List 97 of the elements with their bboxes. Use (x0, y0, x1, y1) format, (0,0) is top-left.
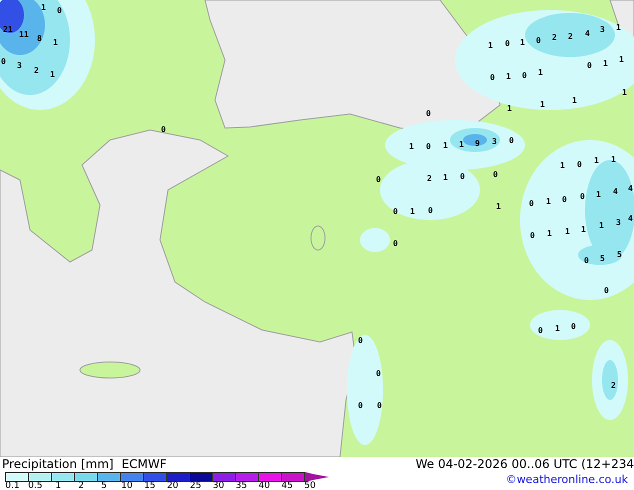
precipitation-value: 0 (426, 142, 431, 151)
precipitation-value: 0 (358, 336, 363, 345)
precipitation-value: 3 (17, 61, 22, 70)
precipitation-value: 0 (571, 322, 576, 331)
scale-label: 1 (54, 482, 62, 490)
model-name: ECMWF (122, 457, 167, 472)
valid-time: We 04-02-2026 00..06 UTC (12+234 (416, 457, 634, 472)
scale-label: 40 (258, 482, 271, 490)
precipitation-value: 1 (619, 55, 624, 64)
precipitation-value: 0 (562, 195, 567, 204)
precipitation-value: 0 (376, 369, 381, 378)
precipitation-value: 0 (587, 61, 592, 70)
precipitation-value: 1 (565, 227, 570, 236)
precipitation-value: 2 (568, 32, 573, 41)
scale-label: 20 (166, 482, 180, 490)
precipitation-value: 0 (1, 57, 6, 66)
precipitation-value: 0 (393, 239, 398, 248)
precipitation-value: 1 (581, 225, 586, 234)
precipitation-value: 1 (546, 197, 551, 206)
precipitation-value: 5 (600, 254, 605, 263)
precipitation-value: 0 (604, 286, 609, 295)
precipitation-value: 1 (572, 96, 577, 105)
precipitation-value: 4 (585, 29, 590, 38)
precipitation-value: 0 (493, 170, 498, 179)
precipitation-value: 0 (530, 231, 535, 240)
precipitation-value: 0 (393, 207, 398, 216)
precipitation-value: 0 (57, 6, 62, 15)
precipitation-value: 0 (538, 326, 543, 335)
precipitation-value: 4 (628, 184, 633, 193)
precipitation-value: 1 (506, 72, 511, 81)
precipitation-value: 0 (584, 256, 589, 265)
scale-label: 2 (77, 482, 85, 490)
precipitation-value: 1 (496, 202, 501, 211)
precipitation-value: 0 (529, 199, 534, 208)
precipitation-value: 0 (580, 192, 585, 201)
precipitation-value: 5 (617, 250, 622, 259)
precipitation-value: 1 (538, 68, 543, 77)
precipitation-value: 9 (475, 139, 480, 148)
credit-link[interactable]: ©weatheronline.co.uk (506, 473, 634, 486)
precipitation-value: 1 (443, 173, 448, 182)
scale-label: 5 (100, 482, 108, 490)
precipitation-value: 0 (376, 175, 381, 184)
precipitation-value: 0 (460, 172, 465, 181)
precipitation-value: 3 (616, 218, 621, 227)
precipitation-value: 2 (611, 381, 616, 390)
scale-label: 35 (234, 482, 248, 490)
precipitation-value: 1 (520, 38, 525, 47)
precipitation-value: 0 (577, 160, 582, 169)
precipitation-value: 0 (505, 39, 510, 48)
precipitation-value: 0 (426, 109, 431, 118)
precipitation-value: 1 (560, 161, 565, 170)
precipitation-value: 0 (377, 401, 382, 410)
scale-label: 15 (143, 482, 157, 490)
precipitation-value: 11 (19, 30, 29, 39)
precipitation-value: 0 (490, 73, 495, 82)
precipitation-value: 3 (600, 25, 605, 34)
precipitation-value: 2 (552, 33, 557, 42)
precipitation-value: 2 (427, 174, 432, 183)
scale-label: 0.5 (27, 482, 44, 490)
legend-title: Precipitation [mm] (2, 457, 114, 472)
precipitation-value: 1 (622, 88, 627, 97)
precipitation-value: 0 (522, 71, 527, 80)
precipitation-value: 21 (3, 25, 13, 34)
scale-label: 30 (212, 482, 226, 490)
precipitation-value: 1 (488, 41, 493, 50)
scale-label: 50 (303, 482, 317, 490)
precipitation-value: 1 (409, 142, 414, 151)
precipitation-value: 1 (611, 155, 616, 164)
precipitation-value: 1 (50, 70, 55, 79)
scale-label: 10 (120, 482, 134, 490)
precipitation-value: 0 (428, 206, 433, 215)
precipitation-value: 1 (459, 140, 464, 149)
precipitation-value: 4 (628, 214, 633, 223)
precipitation-value: 1 (443, 141, 448, 150)
precipitation-value: 1 (555, 324, 560, 333)
precipitation-value: 1 (603, 59, 608, 68)
precipitation-value: 0 (358, 401, 363, 410)
precipitation-value: 0 (536, 36, 541, 45)
precipitation-value: 8 (37, 34, 42, 43)
precipitation-value: 0 (509, 136, 514, 145)
precipitation-value: 1 (53, 38, 58, 47)
precipitation-value: 3 (492, 137, 497, 146)
precipitation-value: 1 (616, 23, 621, 32)
scale-label: 0.1 (4, 482, 21, 490)
precipitation-value: 1 (540, 100, 545, 109)
precipitation-value: 2 (34, 66, 39, 75)
precipitation-value: 0 (161, 125, 166, 134)
precipitation-value: 1 (594, 156, 599, 165)
precipitation-value: 1 (41, 3, 46, 12)
scale-label: 45 (280, 482, 294, 490)
precipitation-value: 1 (547, 229, 552, 238)
precipitation-value: 1 (507, 104, 512, 113)
precipitation-value: 1 (599, 221, 604, 230)
precipitation-value: 4 (613, 187, 618, 196)
scale-label: 25 (188, 482, 202, 490)
precipitation-value: 1 (410, 207, 415, 216)
precipitation-value: 1 (596, 190, 601, 199)
